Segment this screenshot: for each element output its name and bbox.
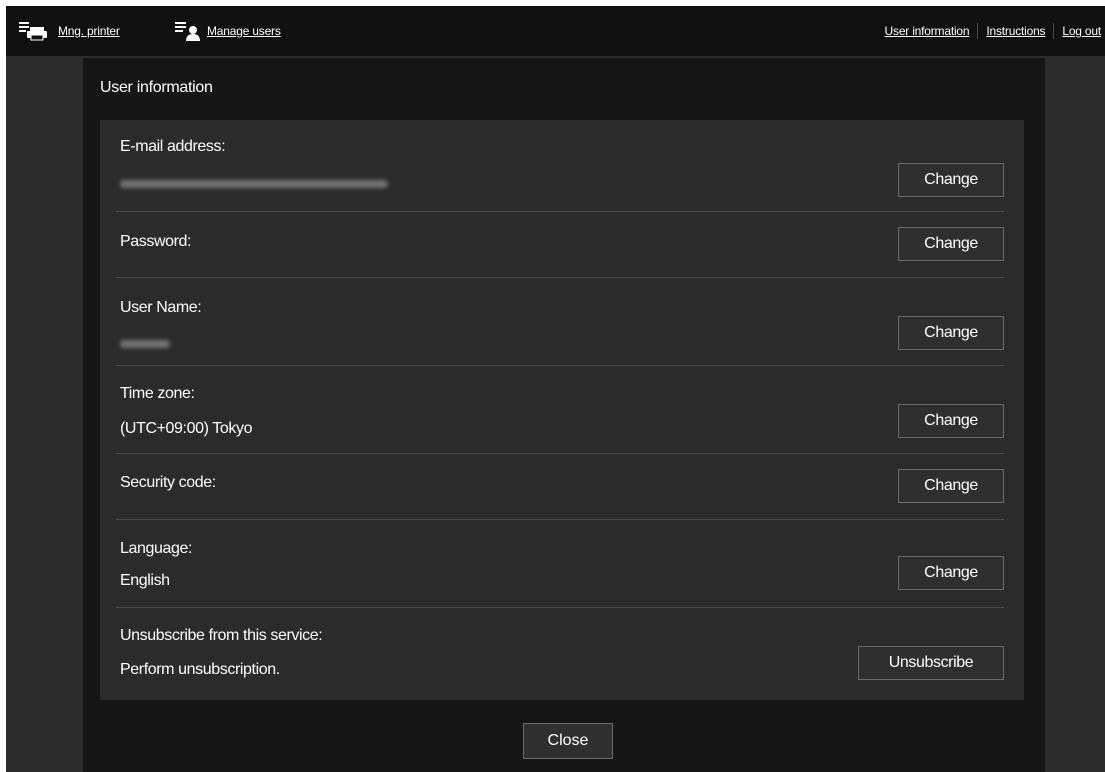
user-name-label: User Name: bbox=[120, 299, 202, 316]
language-label: Language: bbox=[120, 540, 193, 557]
password-label: Password: bbox=[120, 233, 192, 250]
time-zone-value: (UTC+09:00) Tokyo bbox=[120, 420, 253, 437]
log-out-link[interactable]: Log out bbox=[1054, 24, 1105, 38]
user-information-link[interactable]: User information bbox=[877, 24, 978, 38]
unsubscribe-button[interactable]: Unsubscribe bbox=[858, 646, 1004, 680]
time-zone-label: Time zone: bbox=[120, 385, 195, 402]
change-language-button[interactable]: Change bbox=[898, 556, 1004, 590]
unsubscribe-description: Perform unsubscription. bbox=[120, 661, 280, 678]
change-user-name-button[interactable]: Change bbox=[898, 316, 1004, 350]
change-time-zone-button[interactable]: Change bbox=[898, 404, 1004, 438]
manage-users-label: Manage users bbox=[207, 24, 281, 38]
user-name-value-blurred bbox=[120, 340, 170, 348]
time-zone-row: Time zone: (UTC+09:00) Tokyo Change bbox=[116, 366, 1004, 454]
email-row: E-mail address: Change bbox=[116, 120, 1004, 212]
manage-printer-label: Mng. printer bbox=[58, 24, 120, 38]
email-label: E-mail address: bbox=[120, 138, 226, 155]
manage-printer-link[interactable]: Mng. printer bbox=[18, 6, 120, 56]
top-bar: Mng. printer Manage users User informati… bbox=[6, 6, 1105, 56]
security-code-row: Security code: Change bbox=[116, 454, 1004, 520]
unsubscribe-row: Unsubscribe from this service: Perform u… bbox=[116, 608, 1004, 700]
top-right-links: User information Instructions Log out bbox=[877, 6, 1105, 56]
manage-users-link[interactable]: Manage users bbox=[173, 6, 281, 56]
password-row: Password: Change bbox=[116, 212, 1004, 278]
settings-panel: E-mail address: Change Password: Change … bbox=[100, 120, 1024, 700]
user-list-icon bbox=[175, 22, 200, 41]
security-code-label: Security code: bbox=[120, 474, 216, 491]
printer-list-icon bbox=[19, 22, 47, 41]
change-password-button[interactable]: Change bbox=[898, 227, 1004, 261]
instructions-link[interactable]: Instructions bbox=[978, 24, 1053, 38]
user-information-dialog: User information E-mail address: Change … bbox=[83, 58, 1045, 772]
dialog-title: User information bbox=[100, 79, 213, 96]
change-email-button[interactable]: Change bbox=[898, 163, 1004, 197]
change-security-code-button[interactable]: Change bbox=[898, 469, 1004, 503]
close-button[interactable]: Close bbox=[523, 723, 613, 759]
unsubscribe-label: Unsubscribe from this service: bbox=[120, 627, 323, 644]
user-name-row: User Name: Change bbox=[116, 278, 1004, 366]
language-row: Language: English Change bbox=[116, 520, 1004, 608]
app-frame: Mng. printer Manage users User informati… bbox=[6, 6, 1105, 772]
language-value: English bbox=[120, 572, 170, 589]
email-value-blurred bbox=[120, 180, 388, 188]
